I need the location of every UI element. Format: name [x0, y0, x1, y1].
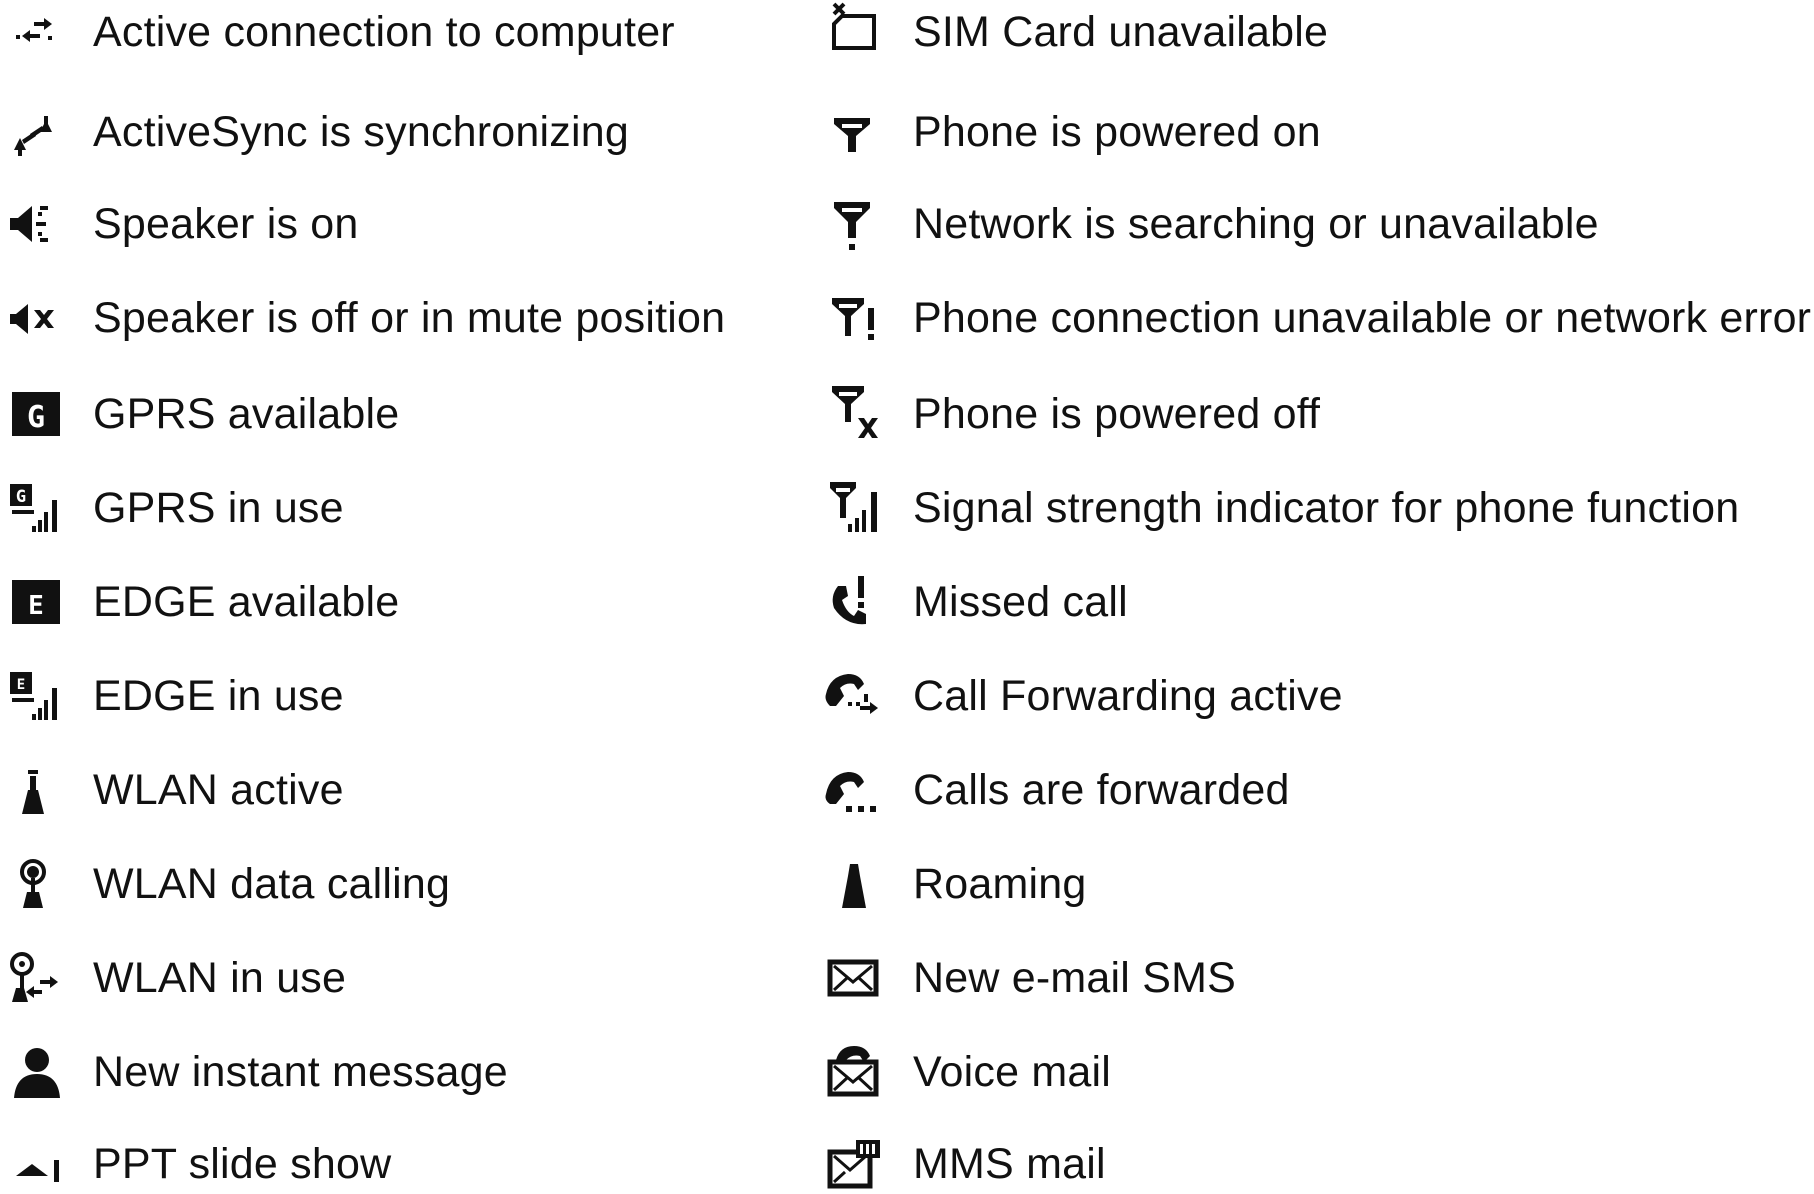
list-item: E EDGE in use: [0, 666, 344, 726]
network-error-icon: [820, 288, 880, 348]
item-label: MMS mail: [913, 1140, 1106, 1188]
list-item: New e-mail SMS: [820, 948, 1236, 1008]
list-item: Network is searching or unavailable: [820, 194, 1599, 254]
edge-in-use-icon: E: [0, 666, 60, 726]
item-label: PPT slide show: [93, 1140, 392, 1188]
item-label: Call Forwarding active: [913, 672, 1343, 720]
item-label: EDGE in use: [93, 672, 344, 720]
list-item: G GPRS available: [0, 384, 399, 444]
item-label: Phone is powered on: [913, 108, 1321, 156]
item-label: Speaker is off or in mute position: [93, 294, 726, 342]
svg-text:E: E: [28, 591, 44, 621]
list-item: PPT slide show: [0, 1134, 391, 1194]
item-label: New instant message: [93, 1048, 508, 1096]
roaming-icon: [820, 854, 880, 914]
wlan-active-icon: [0, 760, 60, 820]
list-item: G GPRS in use: [0, 478, 344, 538]
list-item: SIM Card unavailable: [820, 2, 1328, 62]
item-label: Active connection to computer: [93, 8, 675, 56]
list-item: MMS mail: [820, 1134, 1106, 1194]
sim-card-unavailable-icon: [820, 2, 880, 62]
mms-mail-icon: [820, 1134, 880, 1194]
list-item: Call Forwarding active: [820, 666, 1343, 726]
new-email-sms-icon: [820, 948, 880, 1008]
ppt-slide-show-icon: [0, 1134, 60, 1194]
wlan-in-use-icon: [0, 948, 60, 1008]
item-label: EDGE available: [93, 578, 400, 626]
list-item: Phone is powered on: [820, 102, 1321, 162]
phone-powered-off-icon: [820, 384, 880, 444]
item-label: Voice mail: [913, 1048, 1111, 1096]
list-item: Roaming: [820, 854, 1086, 914]
signal-strength-icon: [820, 478, 880, 538]
list-item: Missed call: [820, 572, 1128, 632]
item-label: Roaming: [913, 860, 1087, 908]
missed-call-icon: [820, 572, 880, 632]
item-label: WLAN in use: [93, 954, 347, 1002]
list-item: ActiveSync is synchronizing: [0, 102, 629, 162]
active-connection-icon: [0, 2, 60, 62]
svg-text:E: E: [17, 677, 25, 693]
list-item: Voice mail: [820, 1042, 1111, 1102]
calls-forwarded-icon: [820, 760, 880, 820]
list-item: Speaker is off or in mute position: [0, 288, 725, 348]
item-label: Network is searching or unavailable: [913, 200, 1599, 248]
item-label: GPRS in use: [93, 484, 344, 532]
list-item: E EDGE available: [0, 572, 399, 632]
phone-powered-on-icon: [820, 102, 880, 162]
item-label: Speaker is on: [93, 200, 359, 248]
speaker-on-icon: [0, 194, 60, 254]
list-item: Calls are forwarded: [820, 760, 1290, 820]
list-item: WLAN data calling: [0, 854, 450, 914]
list-item: New instant message: [0, 1042, 508, 1102]
item-label: WLAN data calling: [93, 860, 451, 908]
item-label: New e-mail SMS: [913, 954, 1236, 1002]
item-label: ActiveSync is synchronizing: [93, 108, 629, 156]
network-searching-icon: [820, 194, 880, 254]
list-item: Active connection to computer: [0, 2, 675, 62]
list-item: Signal strength indicator for phone func…: [820, 478, 1739, 538]
item-label: Calls are forwarded: [913, 766, 1290, 814]
edge-available-icon: E: [0, 572, 60, 632]
instant-message-icon: [0, 1042, 60, 1102]
speaker-mute-icon: [0, 288, 60, 348]
list-item: WLAN in use: [0, 948, 346, 1008]
activesync-icon: [0, 102, 60, 162]
call-forwarding-active-icon: [820, 666, 880, 726]
item-label: Signal strength indicator for phone func…: [913, 484, 1740, 532]
list-item: Speaker is on: [0, 194, 359, 254]
svg-text:G: G: [16, 487, 26, 507]
gprs-available-icon: G: [0, 384, 60, 444]
item-label: Phone connection unavailable or network …: [913, 294, 1812, 342]
svg-text:G: G: [27, 400, 45, 435]
item-label: GPRS available: [93, 390, 400, 438]
list-item: WLAN active: [0, 760, 344, 820]
gprs-in-use-icon: G: [0, 478, 60, 538]
item-label: SIM Card unavailable: [913, 8, 1329, 56]
list-item: Phone is powered off: [820, 384, 1320, 444]
item-label: Missed call: [913, 578, 1128, 626]
list-item: Phone connection unavailable or network …: [820, 288, 1811, 348]
voice-mail-icon: [820, 1042, 880, 1102]
item-label: WLAN active: [93, 766, 344, 814]
item-label: Phone is powered off: [913, 390, 1321, 438]
wlan-data-calling-icon: [0, 854, 60, 914]
